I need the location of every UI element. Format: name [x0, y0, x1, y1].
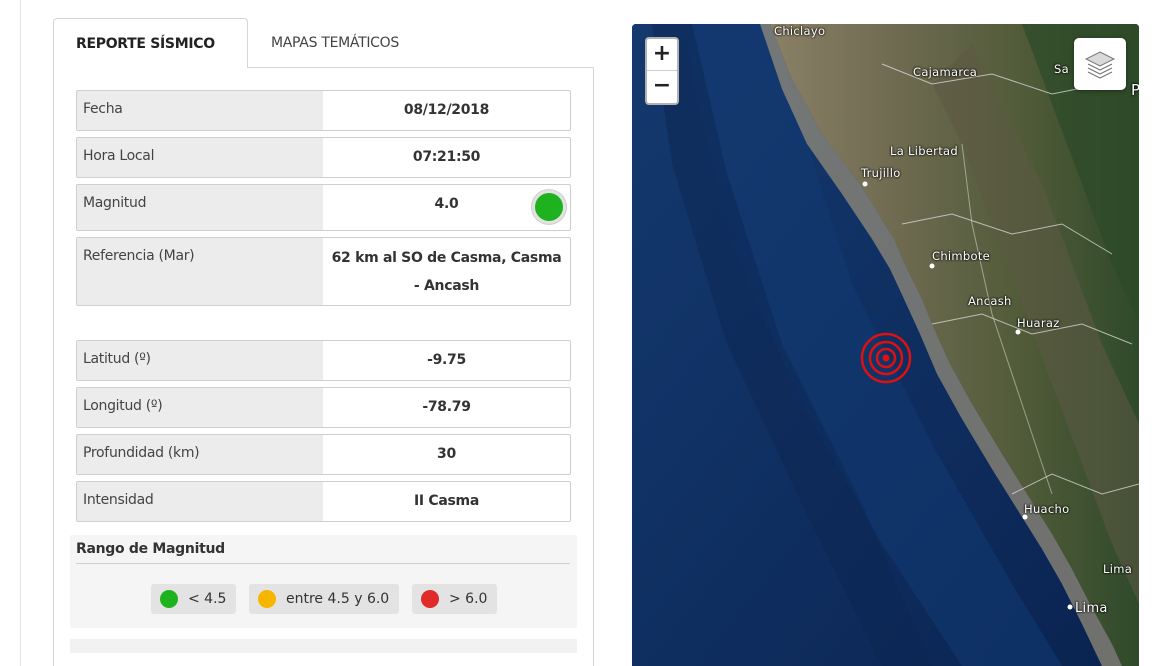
intensidad-value: II Casma — [414, 493, 479, 509]
row-hora-local: Hora Local 07:21:50 — [76, 137, 571, 178]
legend-high-label: > 6.0 — [449, 591, 488, 607]
row-intensidad: Intensidad II Casma — [76, 481, 571, 522]
row-fecha: Fecha 08/12/2018 — [76, 90, 571, 131]
green-dot-icon — [160, 590, 178, 608]
map-label-la-libertad: La Libertad — [890, 144, 958, 158]
range-title: Rango de Magnitud — [76, 541, 225, 557]
legend-low-label: < 4.5 — [188, 591, 227, 607]
row-profundidad: Profundidad (km) 30 — [76, 434, 571, 475]
epicenter-marker-icon — [860, 332, 912, 384]
layers-button[interactable] — [1074, 38, 1126, 90]
longitud-value: -78.79 — [422, 399, 471, 415]
map-label-p: P — [1131, 81, 1139, 99]
map-label-huacho: Huacho — [1024, 502, 1070, 516]
map-imagery — [632, 24, 1139, 666]
fecha-value: 08/12/2018 — [403, 102, 490, 118]
map-label-lima-city: Lima — [1075, 601, 1108, 616]
referencia-value: 62 km al SO de Casma, Casma - Ancash — [331, 250, 562, 294]
satellite-map[interactable]: Chiclayo Cajamarca Sa P La Libertad Truj… — [632, 24, 1139, 666]
page-left-border — [20, 0, 21, 666]
tab-divider — [247, 67, 594, 68]
zoom-control: + − — [645, 37, 679, 105]
map-label-huaraz: Huaraz — [1017, 316, 1060, 330]
tab-bar: REPORTE SÍSMICO MAPAS TEMÁTICOS — [53, 18, 594, 68]
map-label-chiclayo: Chiclayo — [774, 24, 826, 38]
tab-mapas-tematicos[interactable]: MAPAS TEMÁTICOS — [249, 18, 421, 68]
row-longitud: Longitud (º) -78.79 — [76, 387, 571, 428]
panel-left-border — [53, 67, 54, 666]
magnitude-green-indicator-icon — [532, 190, 566, 224]
map-label-cajamarca: Cajamarca — [913, 65, 978, 79]
layers-icon — [1084, 51, 1116, 79]
latitud-label: Latitud (º) — [77, 341, 323, 380]
legend-low: < 4.5 — [151, 584, 237, 614]
fecha-label: Fecha — [77, 91, 323, 130]
zoom-in-button[interactable]: + — [647, 39, 677, 71]
profundidad-value: 30 — [437, 446, 456, 462]
zoom-out-button[interactable]: − — [647, 71, 677, 103]
panel-right-border — [593, 67, 594, 666]
legend-mid-label: entre 4.5 y 6.0 — [286, 591, 390, 607]
map-label-ancash: Ancash — [968, 294, 1012, 308]
tab-reporte-sismico[interactable]: REPORTE SÍSMICO — [53, 18, 248, 68]
range-divider — [76, 563, 570, 564]
yellow-dot-icon — [258, 590, 276, 608]
magnitud-label: Magnitud — [77, 185, 323, 230]
row-referencia: Referencia (Mar) 62 km al SO de Casma, C… — [76, 237, 571, 306]
intensidad-label: Intensidad — [77, 482, 323, 521]
hora-label: Hora Local — [77, 138, 323, 177]
latitud-value: -9.75 — [427, 352, 466, 368]
map-label-sa: Sa — [1054, 62, 1069, 76]
map-label-trujillo: Trujillo — [861, 166, 901, 180]
red-dot-icon — [421, 590, 439, 608]
hora-value: 07:21:50 — [412, 149, 481, 165]
magnitud-cell: 4.0 — [323, 185, 570, 230]
legend-mid: entre 4.5 y 6.0 — [249, 584, 400, 614]
bottom-strip — [70, 639, 577, 653]
map-label-lima-region: Lima — [1103, 562, 1133, 576]
row-magnitud: Magnitud 4.0 — [76, 184, 571, 231]
longitud-label: Longitud (º) — [77, 388, 323, 427]
row-latitud: Latitud (º) -9.75 — [76, 340, 571, 381]
legend-high: > 6.0 — [412, 584, 498, 614]
magnitud-value: 4.0 — [434, 196, 459, 212]
referencia-label: Referencia (Mar) — [77, 238, 323, 305]
magnitude-range-box: Rango de Magnitud < 4.5 entre 4.5 y 6.0 … — [70, 535, 577, 628]
map-label-chimbote: Chimbote — [932, 249, 991, 263]
profundidad-label: Profundidad (km) — [77, 435, 323, 474]
